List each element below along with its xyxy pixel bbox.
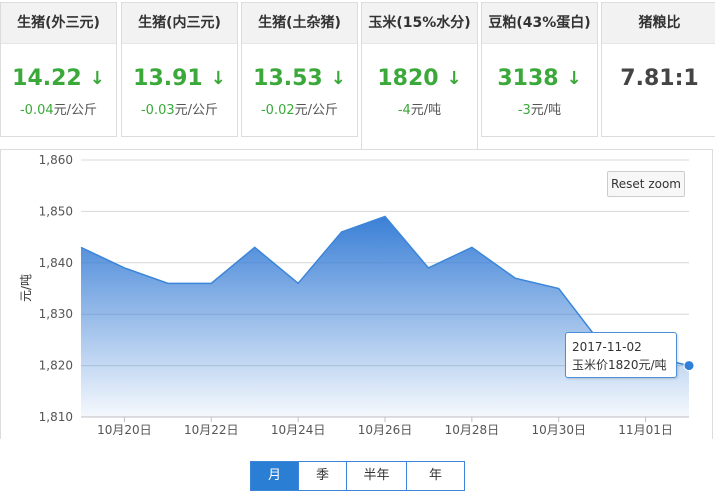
- x-tick-label: 10月20日: [97, 423, 152, 437]
- x-tick-label: 10月30日: [531, 423, 586, 437]
- price-chart[interactable]: 1,810 1,820 1,830 1,840 1,850 1,860 10月20日 10月2…: [0, 0, 715, 460]
- y-tick-label: 1,810: [39, 410, 73, 424]
- period-tabs: 月 季 半年 年: [250, 461, 465, 491]
- reset-zoom-button[interactable]: Reset zoom: [607, 171, 685, 197]
- x-tick-label: 11月01日: [618, 423, 673, 437]
- tab-year[interactable]: 年: [407, 462, 464, 490]
- y-tick-label: 1,860: [39, 153, 73, 167]
- y-tick-label: 1,840: [39, 256, 73, 270]
- y-tick-label: 1,820: [39, 359, 73, 373]
- chart-tooltip: 2017-11-02 玉米价1820元/吨: [565, 332, 677, 378]
- y-tick-label: 1,850: [39, 204, 73, 218]
- tab-half-year[interactable]: 半年: [347, 462, 407, 490]
- y-tick-label: 1,830: [39, 307, 73, 321]
- series-area: [81, 216, 689, 417]
- y-axis-label: 元/吨: [19, 274, 33, 302]
- x-tick-label: 10月28日: [445, 423, 500, 437]
- tab-month[interactable]: 月: [251, 462, 299, 490]
- highlighted-point[interactable]: [683, 360, 695, 372]
- tab-quarter[interactable]: 季: [299, 462, 347, 490]
- x-tick-label: 10月24日: [271, 423, 326, 437]
- x-tick-label: 10月22日: [184, 423, 239, 437]
- x-tick-label: 10月26日: [358, 423, 413, 437]
- tooltip-date: 2017-11-02: [572, 340, 642, 354]
- series-layer: [80, 215, 695, 417]
- tooltip-value: 玉米价1820元/吨: [572, 358, 667, 372]
